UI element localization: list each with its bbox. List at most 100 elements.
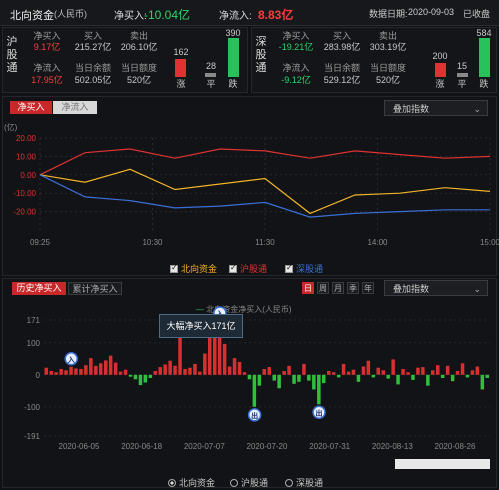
radio-sh-label: 沪股通: [241, 478, 269, 488]
y-tick-label: 171: [27, 316, 41, 325]
history-bar: [465, 374, 470, 378]
y-tick-label: 100: [27, 339, 41, 348]
history-bar: [391, 359, 395, 375]
net-inflow-label: 净流入:: [219, 11, 252, 22]
history-bar: [426, 374, 430, 386]
period-year-button[interactable]: 年: [362, 282, 374, 294]
sh-up-count: 162: [173, 47, 189, 57]
history-bar: [74, 368, 78, 375]
sh-flat-bar: [205, 73, 216, 77]
marker-label: 出: [251, 411, 258, 420]
radio-north-label: 北向资金: [179, 478, 216, 488]
sz-flat-bar: [457, 73, 468, 77]
y-tick-label: 0.00: [20, 171, 36, 180]
history-bar: [277, 374, 281, 389]
intraday-overlay-dropdown[interactable]: 叠加指数 ⌄: [384, 100, 488, 116]
tab-history-net-buy[interactable]: 历史净买入: [12, 282, 66, 295]
sh-flat-label: 平: [206, 79, 216, 89]
sh-up-bar: [175, 59, 186, 77]
history-bar: [436, 365, 440, 375]
currency-label: (人民币): [54, 9, 87, 19]
history-bar: [292, 374, 296, 384]
legend-sh-checkbox[interactable]: 沪股通: [229, 262, 267, 275]
history-bar: [168, 360, 172, 375]
history-bar: [158, 367, 162, 375]
history-bar: [183, 369, 187, 375]
history-bar: [421, 367, 425, 375]
history-bar: [213, 336, 217, 375]
sz-balance-value: 529.12亿: [323, 75, 361, 85]
legend-sz-checkbox[interactable]: 深股通: [285, 262, 323, 275]
history-bar: [485, 374, 489, 378]
history-bar: [163, 364, 167, 375]
history-bar: [302, 363, 306, 375]
radio-sh[interactable]: 沪股通: [230, 476, 268, 489]
radio-icon: [285, 479, 293, 487]
legend-north-checkbox[interactable]: 北向资金: [170, 262, 217, 275]
checkbox-icon: [170, 263, 178, 273]
period-quarter-button[interactable]: 季: [347, 282, 359, 294]
y-tick-label: -100: [24, 403, 41, 412]
tab-net-buy[interactable]: 净买入: [10, 101, 52, 114]
sh-connect-panel: 沪股通 净买入 9.17亿 买入 215.27亿 卖出 206.10亿 净流入 …: [2, 27, 248, 93]
history-bar: [317, 374, 321, 405]
period-month-button[interactable]: 月: [332, 282, 344, 294]
x-tick-label: 15:00: [480, 238, 499, 247]
history-bar: [44, 367, 48, 375]
sh-flat-count: 28: [205, 61, 216, 71]
history-y-axis: 171 100 0 -100 -191: [24, 316, 41, 441]
sz-buy-value: 283.98亿: [323, 42, 361, 52]
history-bar: [307, 374, 311, 381]
period-day-button[interactable]: 日: [302, 282, 314, 294]
y-tick-label: 10.00: [16, 152, 37, 161]
history-bar: [450, 374, 455, 382]
history-bar: [460, 363, 465, 375]
history-bar: [222, 344, 227, 375]
series-line-sh: [39, 148, 491, 176]
history-bar: [237, 362, 242, 375]
history-bar: [322, 374, 326, 384]
sh-net-buy-label: 净买入: [33, 31, 61, 41]
history-overlay-label: 叠加指数: [393, 284, 430, 294]
sz-flat-count: 15: [456, 61, 467, 71]
x-tick-label: 2020-07-20: [247, 442, 288, 451]
top-summary-bar: 北向资金 (人民币) 净买入: -10.04亿 净流入: 8.83亿 数据日期:…: [0, 0, 499, 26]
history-bar: [416, 367, 420, 375]
radio-icon: [230, 479, 238, 487]
sz-up-count: 200: [432, 51, 448, 61]
history-range-scrollbar[interactable]: [395, 459, 490, 469]
history-bar: [396, 374, 400, 385]
history-overlay-dropdown[interactable]: 叠加指数 ⌄: [384, 280, 488, 296]
history-bar: [138, 374, 143, 386]
chevron-down-icon: ⌄: [473, 104, 481, 114]
sh-net-inflow-value: 17.95亿: [31, 75, 63, 85]
sh-net-buy-value: 9.17亿: [33, 42, 61, 52]
period-week-button[interactable]: 周: [317, 282, 329, 294]
sh-quota-value: 520亿: [126, 75, 152, 85]
y-tick-label: 20.00: [16, 134, 37, 143]
tab-cumulative-net-buy[interactable]: 累计净买入: [68, 282, 122, 295]
history-bar: [99, 363, 103, 375]
history-bar-chart: 1711000-100-191 2020-06-05 2020-06-18 2020…: [24, 306, 490, 451]
radio-sz[interactable]: 深股通: [285, 476, 323, 489]
x-tick-label: 2020-07-31: [309, 442, 350, 451]
x-tick-label: 11:30: [255, 238, 275, 247]
tab-net-inflow[interactable]: 净流入: [53, 101, 97, 114]
history-bar: [247, 374, 252, 380]
history-bar: [49, 371, 53, 375]
date-label: 数据日期:: [369, 9, 408, 19]
radio-north[interactable]: 北向资金: [168, 476, 215, 489]
sz-balance-label: 当日余额: [323, 63, 360, 73]
history-bar: [386, 374, 390, 379]
history-bar: [69, 366, 73, 375]
history-bar: [262, 369, 266, 375]
history-bar: [445, 365, 450, 375]
history-bar: [193, 363, 197, 375]
history-bar: [411, 374, 415, 380]
history-bar: [148, 374, 153, 378]
sh-sell-value: 206.10亿: [120, 42, 158, 52]
history-tooltip: 大幅净买入171亿: [159, 314, 243, 338]
history-bar: [257, 374, 262, 386]
history-bar: [94, 365, 98, 375]
sz-down-label: 跌: [479, 79, 489, 89]
